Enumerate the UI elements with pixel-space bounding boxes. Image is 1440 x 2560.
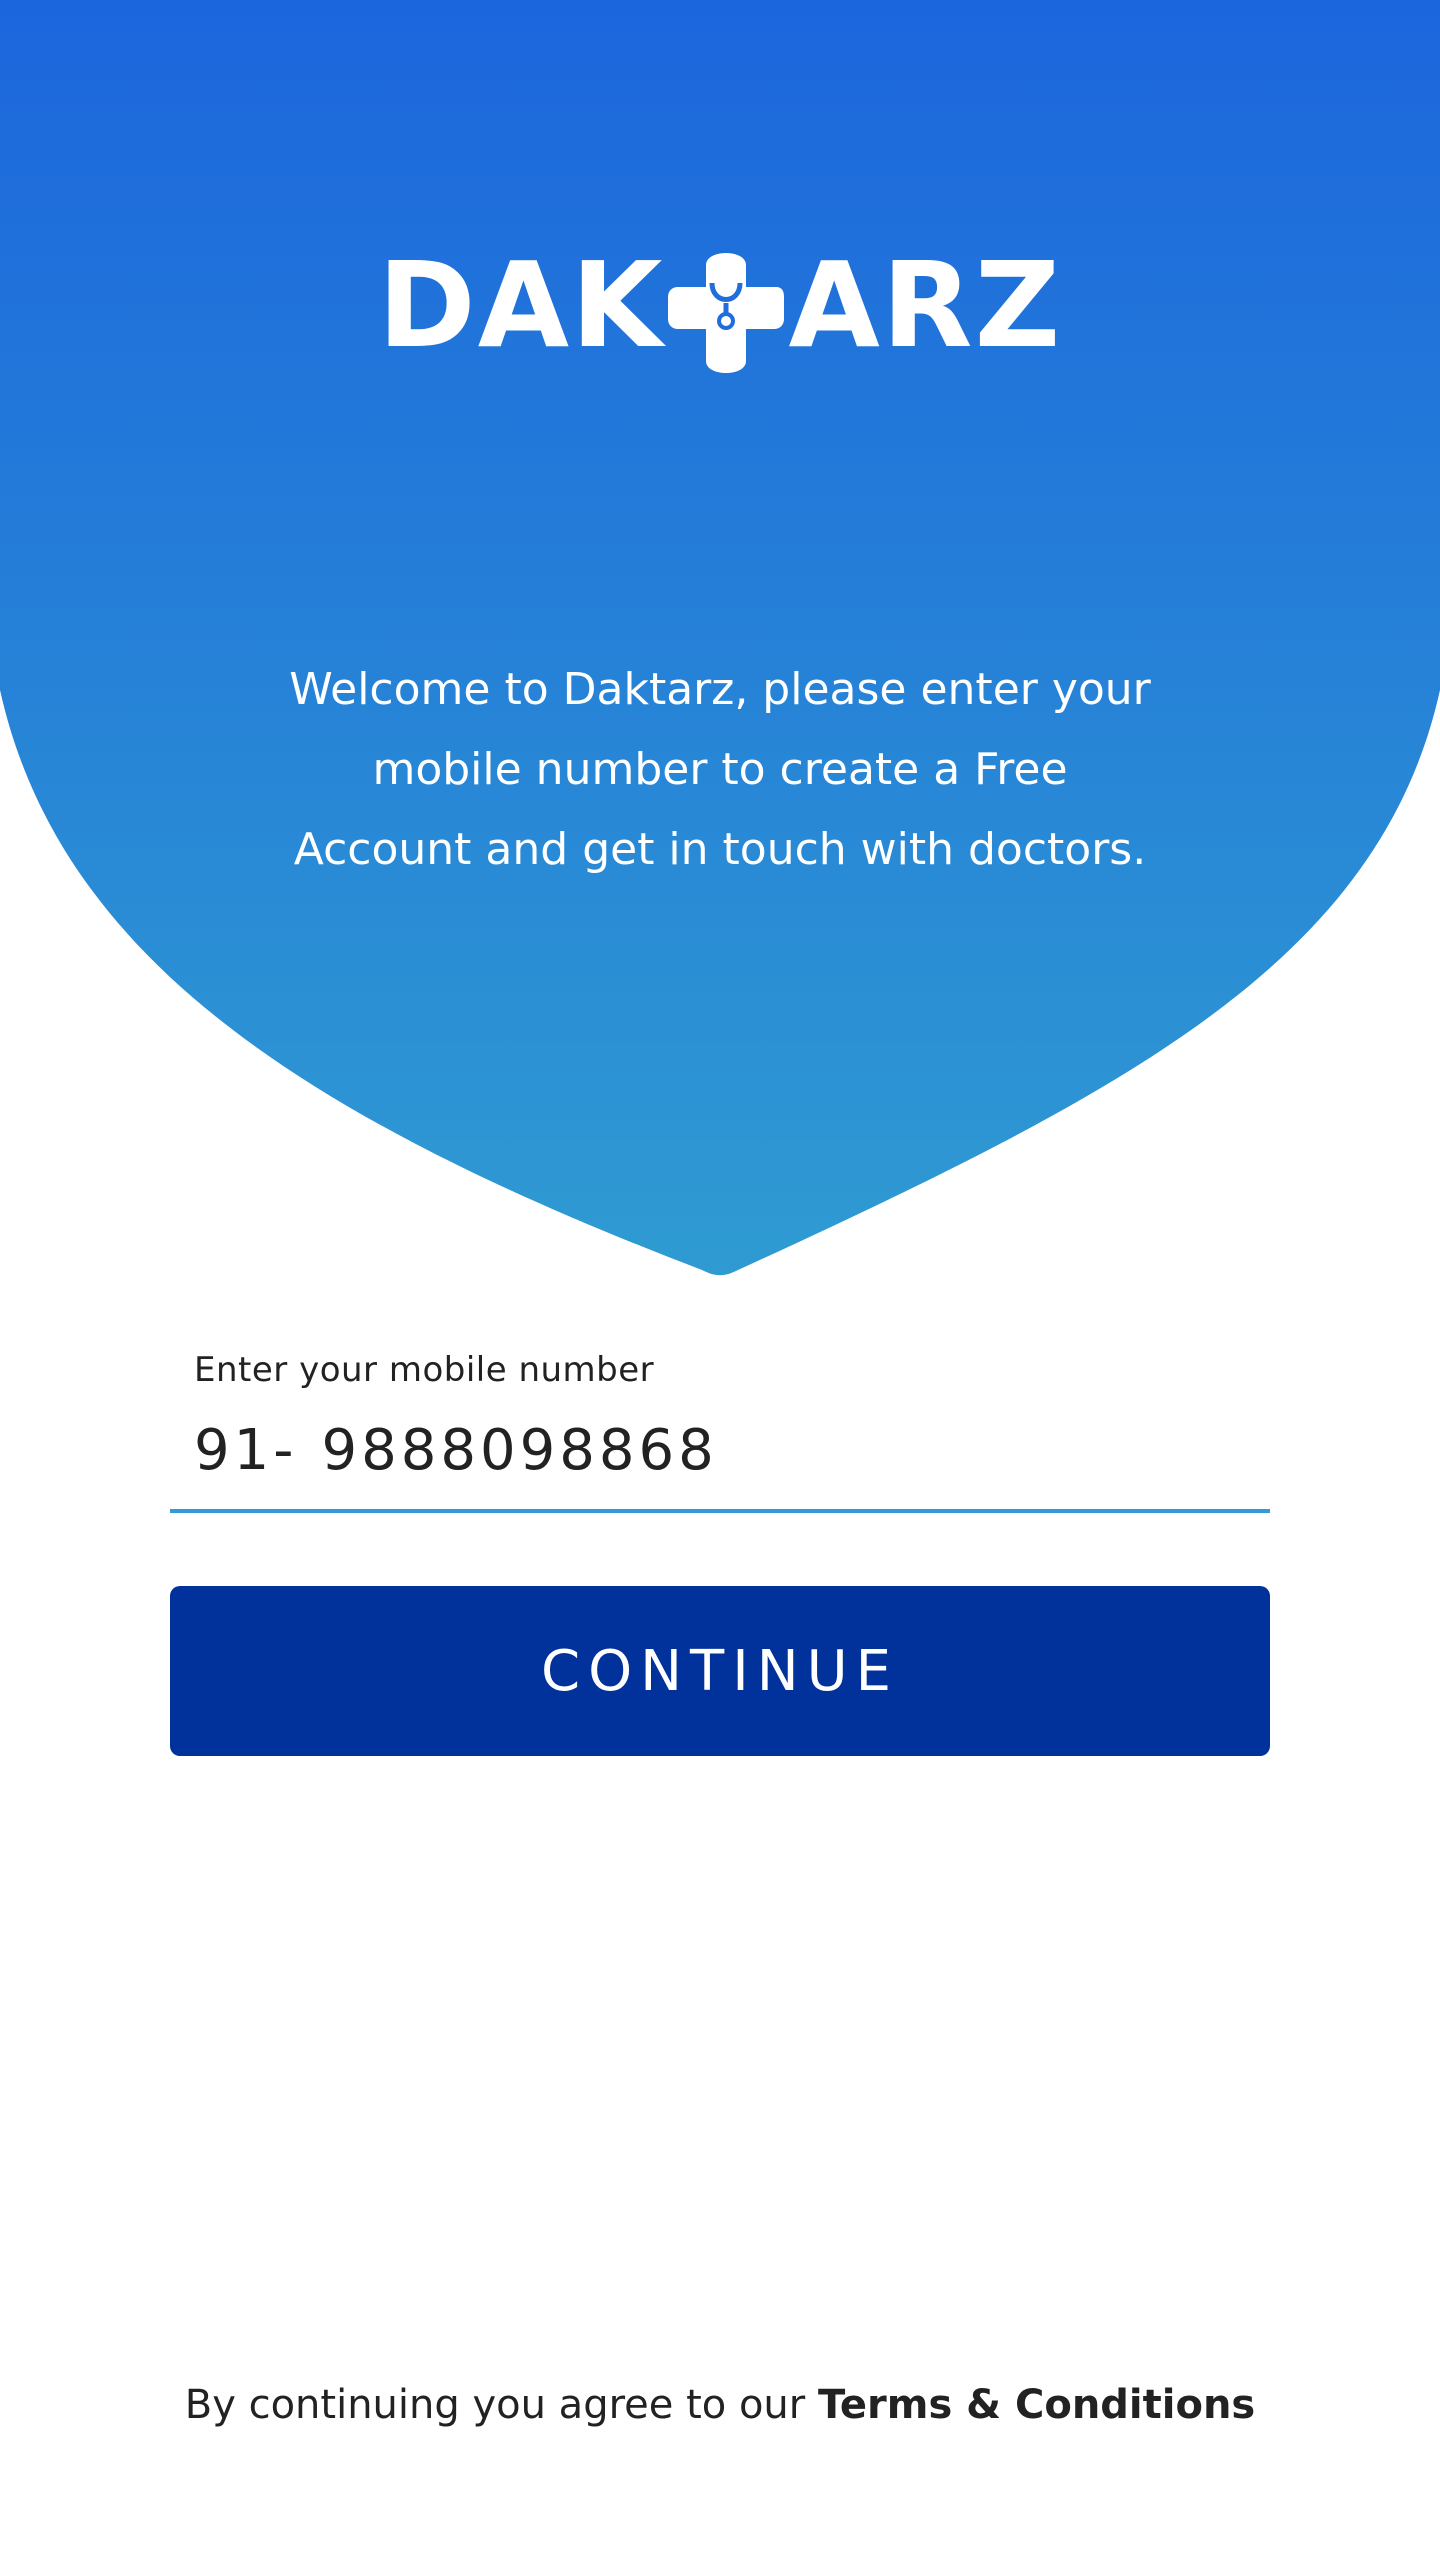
welcome-line: mobile number to create a Free — [372, 744, 1068, 795]
mobile-number-input[interactable]: 9888098868 — [321, 1418, 717, 1483]
hero-background — [0, 0, 1440, 1276]
logo-text-right: ARZ — [788, 236, 1063, 374]
welcome-message: Welcome to Daktarz, please enter your mo… — [220, 650, 1220, 890]
mobile-number-field[interactable]: 91- 9888098868 — [194, 1410, 718, 1490]
logo-text-left: DAK — [377, 236, 665, 374]
input-underline — [170, 1509, 1270, 1513]
welcome-line: Welcome to Daktarz, please enter your — [289, 664, 1151, 715]
country-code: 91- — [194, 1417, 298, 1483]
terms-conditions-link[interactable]: Terms & Conditions — [818, 2382, 1255, 2428]
terms-prefix: By continuing you agree to our — [184, 2382, 818, 2428]
login-screen: DAK ARZ Welcome to Daktarz, please enter… — [0, 0, 1440, 2560]
medical-cross-icon — [668, 243, 785, 383]
daktarz-logo: DAK ARZ — [0, 235, 1440, 375]
terms-notice: By continuing you agree to our Terms & C… — [0, 2382, 1440, 2428]
mobile-number-label: Enter your mobile number — [194, 1350, 655, 1390]
welcome-line: Account and get in touch with doctors. — [293, 824, 1147, 875]
continue-button[interactable]: CONTINUE — [170, 1586, 1270, 1756]
